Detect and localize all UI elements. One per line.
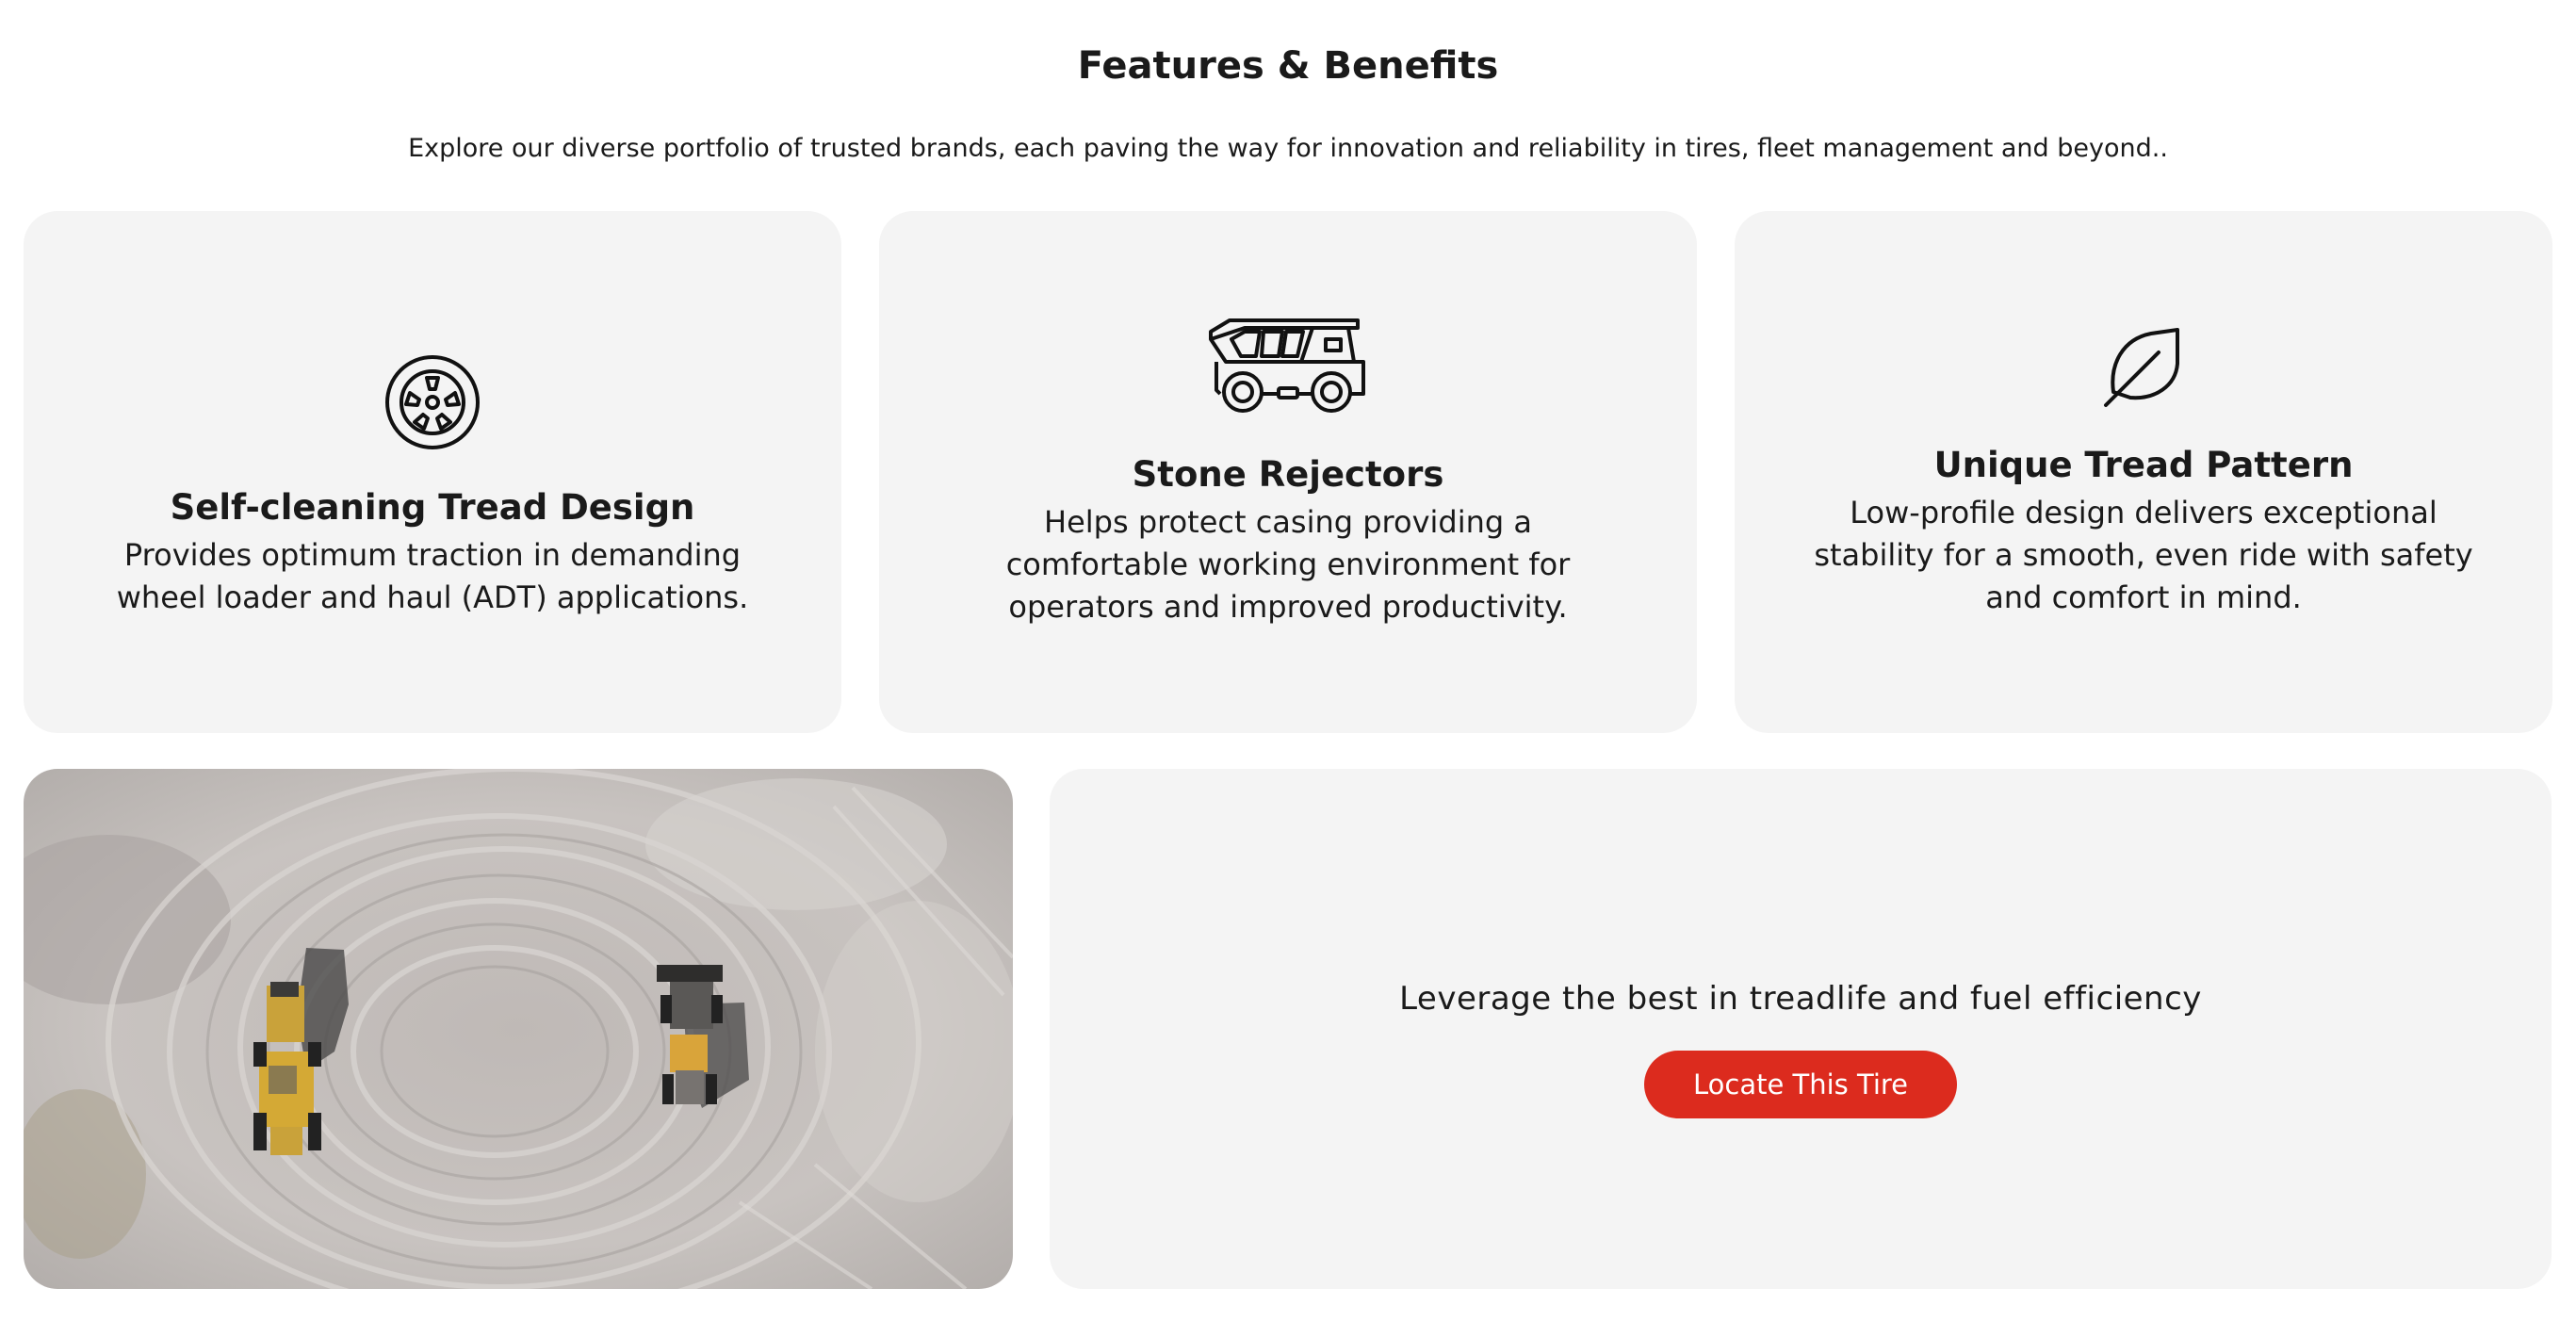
dump-truck-icon [1207,317,1369,422]
leaf-icon [2102,326,2185,413]
feature-title: Stone Rejectors [1132,453,1444,495]
feature-title: Unique Tread Pattern [1933,444,2354,485]
section-title: Features & Benefits [1077,44,1499,88]
feature-description: Low-profile design delivers exceptional … [1814,494,2473,615]
feature-card-unique-tread: Unique Tread Pattern Low-profile design … [1735,211,2552,733]
cta-card: Leverage the best in treadlife and fuel … [1050,769,2552,1289]
feature-title: Self-cleaning Tread Design [170,487,695,528]
locate-this-tire-button[interactable]: Locate This Tire [1644,1051,1957,1118]
feature-description: Helps protect casing providing a comfort… [1005,503,1571,625]
aerial-quarry-photo [24,769,1013,1289]
cta-text: Leverage the best in treadlife and fuel … [1399,980,2202,1018]
features-benefits-section: Features & Benefits Explore our diverse … [0,0,2576,1321]
feature-card-stone-rejectors: Stone Rejectors Helps protect casing pro… [879,211,1697,733]
feature-card-self-cleaning: Self-cleaning Tread Design Provides opti… [24,211,841,733]
feature-description: Provides optimum traction in demanding w… [116,537,749,615]
section-subtitle: Explore our diverse portfolio of trusted… [408,134,2168,163]
tire-wheel-icon [383,353,481,455]
